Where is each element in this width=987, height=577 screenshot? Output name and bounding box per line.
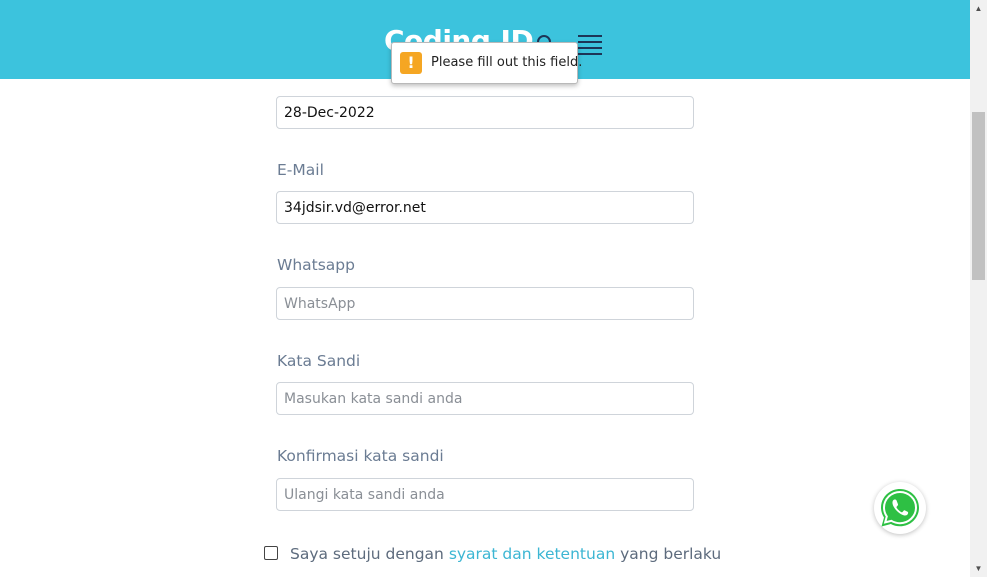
password-input[interactable] [276, 382, 694, 415]
password-label: Kata Sandi [277, 352, 361, 370]
warning-icon: ! [400, 52, 422, 74]
agreement-row: Saya setuju dengan syarat dan ketentuan … [264, 545, 721, 563]
viewport: E-Mail Whatsapp Kata Sandi Konfirmasi ka… [0, 0, 987, 577]
terms-link[interactable]: syarat dan ketentuan [449, 545, 615, 563]
confirm-password-label: Konfirmasi kata sandi [277, 447, 444, 465]
tooltip-message: Please fill out this field. [431, 55, 583, 70]
agreement-prefix: Saya setuju dengan [290, 545, 444, 563]
page-scrollbar[interactable]: ▲ ▼ [970, 0, 987, 577]
scroll-up-arrow-icon[interactable]: ▲ [970, 0, 987, 17]
registration-form: E-Mail Whatsapp Kata Sandi Konfirmasi ka… [0, 0, 970, 577]
email-input[interactable] [276, 191, 694, 224]
scroll-down-arrow-icon[interactable]: ▼ [970, 560, 987, 577]
agreement-checkbox[interactable] [264, 546, 278, 560]
hamburger-menu-icon[interactable] [578, 32, 604, 56]
email-label: E-Mail [277, 161, 324, 179]
whatsapp-label: Whatsapp [277, 256, 355, 274]
confirm-password-input[interactable] [276, 478, 694, 511]
whatsapp-input[interactable] [276, 287, 694, 320]
date-input[interactable] [276, 96, 694, 129]
scroll-thumb[interactable] [972, 112, 985, 280]
validation-tooltip: ! Please fill out this field. [391, 42, 582, 84]
agreement-suffix: yang berlaku [620, 545, 722, 563]
whatsapp-icon[interactable] [874, 482, 926, 534]
